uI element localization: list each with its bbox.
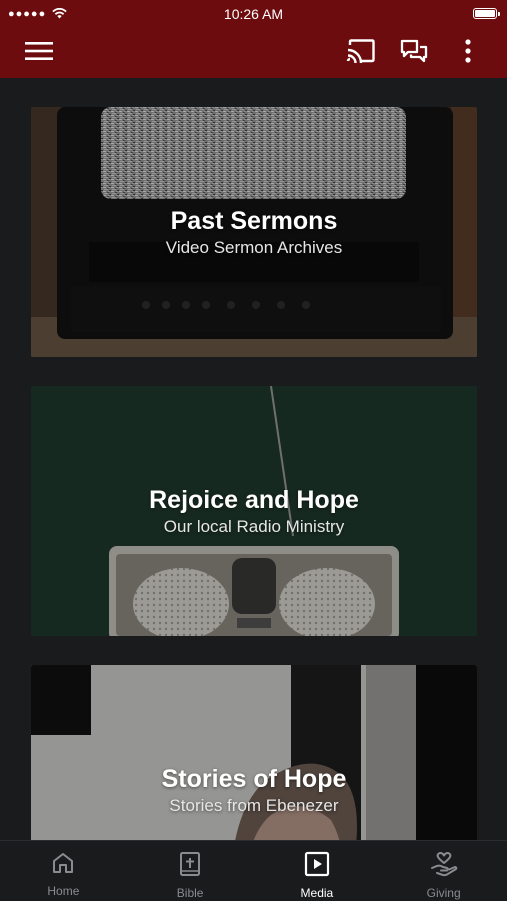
status-time: 10:26 AM bbox=[223, 6, 284, 22]
tab-label: Giving bbox=[426, 886, 461, 900]
media-card-past-sermons[interactable]: Past Sermons Video Sermon Archives bbox=[31, 107, 477, 357]
media-card-rejoice-and-hope[interactable]: Rejoice and Hope Our local Radio Ministr… bbox=[31, 386, 477, 636]
app-bar bbox=[0, 28, 507, 78]
chat-button[interactable] bbox=[397, 36, 431, 70]
tab-label: Home bbox=[47, 884, 80, 898]
tab-bible[interactable]: Bible bbox=[127, 841, 254, 901]
card-title: Stories of Hope bbox=[161, 765, 347, 793]
media-card-stories-of-hope[interactable]: Stories of Hope Stories from Ebenezer bbox=[31, 665, 477, 840]
menu-icon bbox=[25, 41, 53, 66]
card-subtitle: Video Sermon Archives bbox=[165, 238, 343, 257]
card-subtitle: Stories from Ebenezer bbox=[169, 796, 339, 815]
media-icon bbox=[304, 851, 330, 882]
more-vert-icon bbox=[465, 38, 471, 68]
cast-button[interactable] bbox=[344, 36, 378, 70]
battery-icon bbox=[473, 8, 500, 19]
status-bar: ●●●●● 10:26 AM bbox=[0, 0, 507, 28]
tab-home[interactable]: Home bbox=[0, 841, 127, 901]
card-title: Rejoice and Hope bbox=[149, 486, 359, 514]
home-icon bbox=[51, 851, 75, 880]
cast-icon bbox=[346, 38, 376, 68]
tab-label: Media bbox=[300, 886, 334, 900]
card-title: Past Sermons bbox=[170, 207, 338, 235]
menu-button[interactable] bbox=[22, 36, 56, 70]
bible-icon bbox=[178, 851, 202, 882]
tab-giving[interactable]: Giving bbox=[380, 841, 507, 901]
tab-media[interactable]: Media bbox=[254, 841, 381, 901]
chat-icon bbox=[400, 39, 428, 68]
tab-label: Bible bbox=[176, 886, 204, 900]
bottom-tab-bar: Home Bible Media Giving bbox=[0, 840, 507, 901]
card-subtitle: Our local Radio Ministry bbox=[163, 517, 345, 536]
more-options-button[interactable] bbox=[451, 36, 485, 70]
media-list: Past Sermons Video Sermon Archives Rejoi… bbox=[0, 78, 507, 840]
giving-icon bbox=[430, 851, 458, 882]
